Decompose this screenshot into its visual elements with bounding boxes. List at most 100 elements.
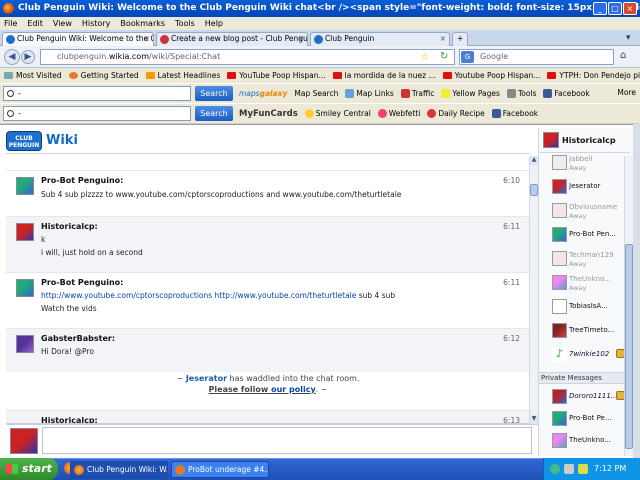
tab-list-icon[interactable]: ▾	[626, 33, 631, 43]
self-user-entry[interactable]: Historicalcp	[540, 129, 630, 153]
home-icon[interactable]: ⌂	[620, 50, 626, 61]
notice-username[interactable]: Jeserator	[186, 374, 227, 383]
policy-link[interactable]: our policy	[271, 385, 316, 394]
bookmark-getting-started[interactable]: Getting Started	[68, 71, 139, 80]
scroll-down-arrow-icon[interactable]: ▼	[530, 415, 538, 424]
menu-view[interactable]: View	[53, 19, 72, 28]
url-bar[interactable]: clubpenguin.wikia.com/wiki/Special:Chat	[40, 49, 455, 65]
toolbar-search-button[interactable]: Search	[195, 86, 233, 101]
user-list-item[interactable]: TreeTimeto...	[540, 320, 625, 343]
close-tab-icon[interactable]: ×	[144, 33, 150, 45]
close-tab-icon[interactable]: ×	[298, 33, 304, 45]
message-username[interactable]: Pro-Bot Penguino:	[41, 278, 123, 287]
close-button[interactable]: ×	[623, 2, 637, 15]
myfuncards-logo[interactable]: MyFunCards	[239, 109, 298, 119]
menu-help[interactable]: Help	[205, 19, 223, 28]
avatar[interactable]	[16, 223, 34, 241]
daily-recipe-link[interactable]: Daily Recipe	[427, 109, 485, 118]
avatar[interactable]	[16, 279, 34, 297]
user-list-item[interactable]: TobiasIsA...	[540, 296, 625, 319]
toolbar-search-value: -	[18, 89, 21, 98]
avatar[interactable]	[16, 335, 34, 353]
bookmark-label: YouTube Poop Hispan...	[239, 71, 326, 80]
avatar[interactable]	[16, 177, 34, 195]
clock[interactable]: 7:12 PM	[594, 458, 626, 480]
more-button[interactable]: More	[617, 88, 636, 97]
private-message-item[interactable]: Dororo1111...	[540, 386, 625, 409]
search-toolbar-1: - Search maps galaxy Map Search Map Links…	[0, 83, 640, 103]
private-message-item[interactable]: Pro-Bot Pe...	[540, 408, 625, 431]
message-username[interactable]: Pro-Bot Penguino:	[41, 176, 123, 185]
taskbar-item-firefox[interactable]: Club Penguin Wiki: W...	[70, 461, 168, 478]
tools-link[interactable]: Tools	[506, 89, 536, 98]
taskbar-item-document[interactable]: ProBot underage #4...	[171, 461, 269, 478]
new-tab-button[interactable]: +	[452, 32, 468, 46]
message-input[interactable]	[42, 427, 532, 454]
bookmark-youtube-4[interactable]: YTPH: Don Pendejo pi...	[547, 71, 640, 80]
menu-tools[interactable]: Tools	[175, 19, 195, 28]
message-username[interactable]: GabsterBabster:	[41, 334, 115, 343]
bookmark-label: Youtube Poop Hispan...	[454, 71, 541, 80]
bookmark-most-visited[interactable]: Most Visited	[4, 71, 62, 80]
tab-create-blog-post[interactable]: Create a new blog post - Club Penguin W.…	[156, 32, 308, 46]
youtube-link[interactable]: http://www.youtube.com/cptorscoproductio…	[41, 291, 212, 300]
user-list-item[interactable]: Pro-Bot Pen...	[540, 224, 625, 247]
bookmark-latest-headlines[interactable]: Latest Headlines	[145, 71, 220, 80]
reload-icon[interactable]: ↻	[440, 51, 448, 62]
yellow-pages-link[interactable]: Yellow Pages	[441, 89, 500, 98]
bookmark-youtube-1[interactable]: YouTube Poop Hispan...	[227, 71, 326, 80]
tray-icon[interactable]	[550, 464, 560, 474]
user-list-item[interactable]: Jeserator	[540, 176, 625, 199]
user-name: TreeTimeto...	[569, 326, 615, 334]
youtube-icon	[442, 72, 452, 79]
browser-scrollbar[interactable]	[633, 124, 640, 458]
volume-icon[interactable]	[578, 464, 588, 474]
folder-icon	[4, 72, 13, 79]
map-search-link[interactable]: Map Search	[294, 89, 338, 98]
toolbar2-search-button[interactable]: Search	[195, 106, 233, 121]
forward-button[interactable]: ▶	[21, 50, 35, 64]
bookmark-label: la mordida de la nuez ...	[344, 71, 436, 80]
traffic-link[interactable]: Traffic	[400, 89, 434, 98]
network-icon[interactable]	[564, 464, 574, 474]
sidebar-scroll-thumb[interactable]	[625, 244, 633, 449]
chat-scroll-thumb[interactable]	[530, 184, 538, 196]
webfetti-link[interactable]: Webfetti	[377, 109, 420, 118]
youtube-link[interactable]: http://www.youtube.com/theturtletale	[215, 291, 357, 300]
club-penguin-logo[interactable]: CLUB PENGUIN	[6, 130, 42, 151]
smiley-central-link[interactable]: Smiley Central	[304, 109, 371, 118]
minimize-button[interactable]: _	[593, 2, 607, 15]
user-list-item[interactable]: Techman129 Away	[540, 248, 625, 271]
bookmark-youtube-2[interactable]: la mordida de la nuez ...	[332, 71, 436, 80]
close-tab-icon[interactable]: ×	[440, 33, 446, 45]
menu-edit[interactable]: Edit	[27, 19, 43, 28]
facebook-link[interactable]: Facebook	[543, 89, 590, 98]
message-username[interactable]: Historicalcp:	[41, 416, 98, 423]
toolbar2-search-input[interactable]: -	[3, 106, 191, 121]
bookmark-youtube-3[interactable]: Youtube Poop Hispan...	[442, 71, 541, 80]
avatar	[552, 179, 567, 194]
back-button[interactable]: ◀	[4, 49, 20, 65]
chat-scrollbar[interactable]	[529, 156, 538, 424]
user-list-item[interactable]: ♪ 7winkie102	[540, 344, 625, 367]
user-list-item[interactable]: Obviousname Away	[540, 200, 625, 223]
menu-file[interactable]: File	[4, 19, 17, 28]
toolbar-search-input[interactable]: -	[3, 86, 191, 101]
maximize-button[interactable]: □	[608, 2, 622, 15]
search-engine-box[interactable]: Google	[459, 49, 614, 65]
tab-club-penguin-wiki-chat[interactable]: Club Penguin Wiki: Welcome to the Club .…	[2, 32, 154, 46]
message-username[interactable]: Historicalcp:	[41, 222, 98, 231]
menu-history[interactable]: History	[82, 19, 110, 28]
scroll-up-arrow-icon[interactable]: ▲	[530, 156, 538, 165]
menu-bookmarks[interactable]: Bookmarks	[120, 19, 165, 28]
facebook-link-2[interactable]: Facebook	[491, 109, 538, 118]
map-links-link[interactable]: Map Links	[345, 89, 394, 98]
avatar	[552, 203, 567, 218]
private-message-item[interactable]: TheUnkno...	[540, 430, 625, 453]
user-list-item[interactable]: Jabbell Away	[540, 152, 625, 175]
google-icon[interactable]: G	[461, 51, 474, 63]
bookmark-star-icon[interactable]: ☆	[420, 52, 429, 63]
tab-club-penguin[interactable]: Club Penguin ×	[310, 32, 450, 46]
user-list-item[interactable]: TheUnkno... Away	[540, 272, 625, 295]
message-text: Sub 4 sub plzzzz to www.youtube.com/cpto…	[41, 190, 402, 199]
